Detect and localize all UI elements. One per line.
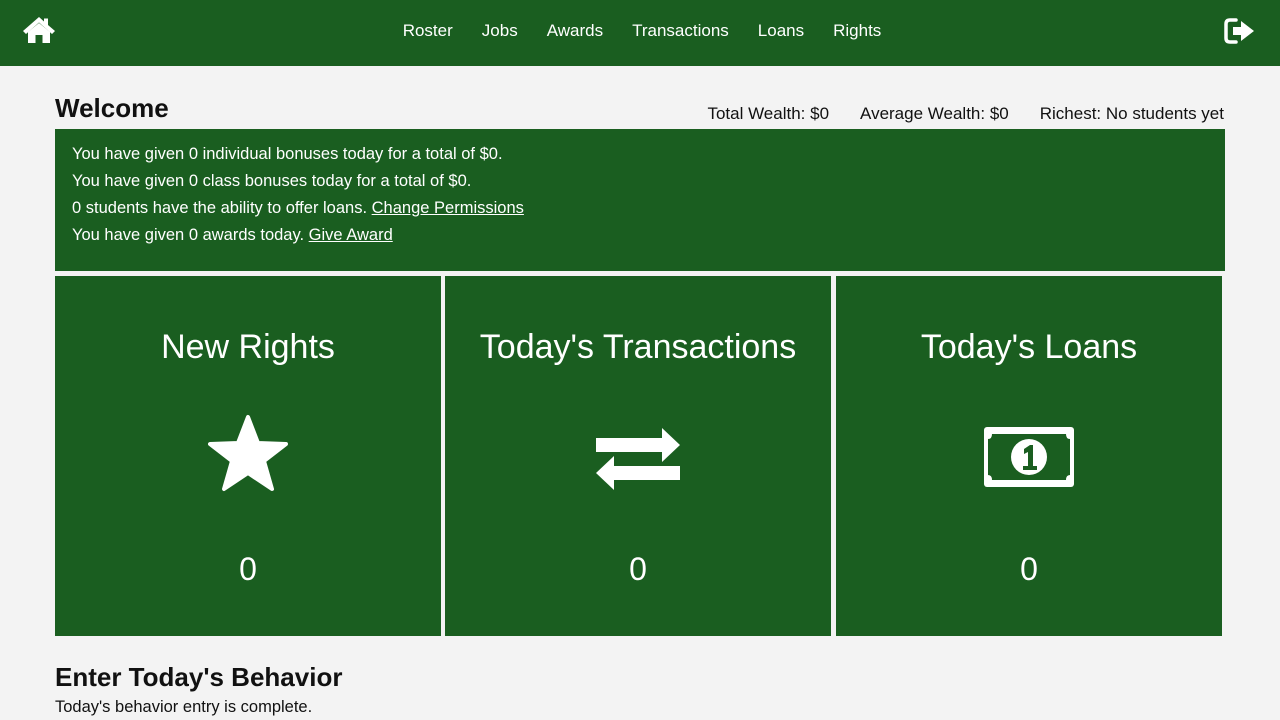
card-count: 0	[1020, 551, 1038, 587]
individual-bonus-summary: You have given 0 individual bonuses toda…	[72, 145, 503, 163]
nav-transactions[interactable]: Transactions	[632, 21, 729, 41]
card-count: 0	[239, 551, 257, 587]
richest-student: Richest: No students yet	[1039, 104, 1224, 123]
top-navbar: Roster Jobs Awards Transactions Loans Ri…	[0, 0, 1280, 66]
awards-summary: You have given 0 awards today. Give Awar…	[72, 224, 1225, 251]
awards-text: You have given 0 awards today.	[72, 226, 309, 244]
money-bill-icon	[983, 426, 1075, 493]
card-new-rights[interactable]: New Rights 0	[55, 276, 441, 636]
page-title: Welcome	[55, 93, 169, 123]
behavior-section-title: Enter Today's Behavior	[55, 662, 343, 692]
average-wealth: Average Wealth: $0	[860, 104, 1009, 123]
give-award-link[interactable]: Give Award	[309, 226, 393, 244]
class-bonus-summary: You have given 0 class bonuses today for…	[72, 172, 472, 190]
nav-awards[interactable]: Awards	[547, 21, 603, 41]
change-permissions-link[interactable]: Change Permissions	[372, 199, 524, 217]
star-icon	[208, 414, 288, 499]
loan-permission-summary: 0 students have the ability to offer loa…	[72, 197, 1225, 224]
behavior-status: Today's behavior entry is complete.	[55, 698, 313, 716]
daily-summary-panel: You have given 0 individual bonuses toda…	[55, 129, 1225, 271]
sign-out-icon[interactable]	[1224, 17, 1256, 45]
wealth-stats: Total Wealth: $0 Average Wealth: $0 Rich…	[676, 104, 1224, 124]
card-title: Today's Loans	[920, 328, 1138, 366]
card-count: 0	[629, 551, 647, 587]
nav-loans[interactable]: Loans	[758, 21, 804, 41]
card-todays-transactions[interactable]: Today's Transactions 0	[445, 276, 831, 636]
main-nav: Roster Jobs Awards Transactions Loans Ri…	[0, 0, 1280, 62]
nav-jobs[interactable]: Jobs	[482, 21, 518, 41]
exchange-arrows-icon	[594, 426, 682, 497]
nav-roster[interactable]: Roster	[403, 21, 453, 41]
stat-cards: New Rights 0 Today's Transactions 0 Toda…	[55, 276, 1225, 636]
nav-rights[interactable]: Rights	[833, 21, 881, 41]
card-title: Today's Transactions	[479, 328, 797, 366]
loan-permission-text: 0 students have the ability to offer loa…	[72, 199, 372, 217]
card-title: New Rights	[161, 328, 335, 366]
card-todays-loans[interactable]: Today's Loans 0	[836, 276, 1222, 636]
total-wealth: Total Wealth: $0	[707, 104, 830, 123]
